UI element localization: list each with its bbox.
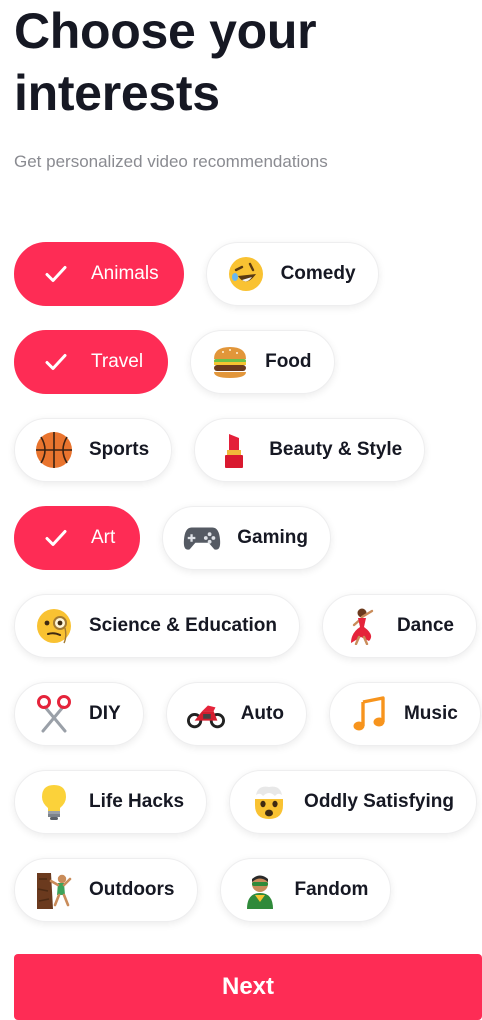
interest-label: Oddly Satisfying (304, 791, 454, 812)
interest-row: Science & Education Dance (14, 594, 477, 658)
next-button[interactable]: Next (14, 954, 482, 1020)
musical-notes-emoji-icon (350, 695, 388, 733)
rock-climbing-emoji-icon (35, 871, 73, 909)
interest-label: DIY (89, 703, 121, 724)
interest-row: Life Hacks Oddly Satisfying (14, 770, 477, 834)
check-icon (43, 255, 69, 293)
interest-chip-outdoors[interactable]: Outdoors (14, 858, 198, 922)
interest-chip-animals[interactable]: Animals (14, 242, 184, 306)
interest-row: DIY Auto Music (14, 682, 481, 746)
mind-blown-emoji-icon (250, 783, 288, 821)
interest-row: Art Gaming (14, 506, 332, 570)
interest-chip-travel[interactable]: Travel (14, 330, 169, 394)
interest-chip-sports[interactable]: Sports (14, 418, 173, 482)
interest-chip-science-education[interactable]: Science & Education (14, 594, 300, 658)
interest-chip-auto[interactable]: Auto (165, 682, 307, 746)
interest-label: Travel (91, 351, 144, 372)
basketball-emoji-icon (35, 431, 73, 469)
interest-chip-gaming[interactable]: Gaming (162, 506, 332, 570)
interest-label: Sports (89, 439, 150, 460)
interest-label: Fandom (294, 879, 369, 900)
check-icon (43, 519, 69, 557)
check-icon (43, 343, 69, 381)
interest-label: Science & Education (89, 615, 277, 636)
interest-chip-food[interactable]: Food (190, 330, 335, 394)
interest-chip-art[interactable]: Art (14, 506, 141, 570)
interest-chip-comedy[interactable]: Comedy (205, 242, 379, 306)
lipstick-emoji-icon (215, 431, 253, 469)
interest-label: Beauty & Style (269, 439, 403, 460)
interest-chip-diy[interactable]: DIY (14, 682, 144, 746)
interest-label: Comedy (280, 263, 356, 284)
interest-chip-oddly-satisfying[interactable]: Oddly Satisfying (229, 770, 477, 834)
interest-label: Food (265, 351, 312, 372)
interest-chip-music[interactable]: Music (328, 682, 481, 746)
interest-row: Animals Comedy (14, 242, 379, 306)
interest-row: Travel Food (14, 330, 335, 394)
rolling-laughing-emoji-icon (227, 255, 265, 293)
interest-chip-fandom[interactable]: Fandom (219, 858, 392, 922)
scissors-emoji-icon (35, 695, 73, 733)
hamburger-emoji-icon (211, 343, 249, 381)
interest-chip-beauty-style[interactable]: Beauty & Style (194, 418, 426, 482)
interest-label: Dance (396, 615, 454, 636)
interest-row: Outdoors Fandom (14, 858, 392, 922)
light-bulb-emoji-icon (35, 783, 73, 821)
interest-label: Life Hacks (89, 791, 185, 812)
game-controller-emoji-icon (183, 519, 221, 557)
dancer-emoji-icon (343, 607, 381, 645)
interest-chip-list: Animals Comedy Travel Food Sports Beauty… (0, 0, 482, 1013)
interest-label: Gaming (237, 527, 309, 548)
monocle-face-emoji-icon (35, 607, 73, 645)
interest-chip-life-hacks[interactable]: Life Hacks (14, 770, 208, 834)
interest-label: Art (91, 527, 116, 548)
motorcycle-emoji-icon (186, 695, 225, 733)
interest-label: Auto (240, 703, 284, 724)
interest-row: Sports Beauty & Style (14, 418, 426, 482)
superhero-emoji-icon (241, 871, 279, 909)
interest-label: Music (403, 703, 458, 724)
interest-label: Outdoors (89, 879, 175, 900)
interest-chip-dance[interactable]: Dance (321, 594, 477, 658)
interest-label: Animals (91, 263, 159, 284)
